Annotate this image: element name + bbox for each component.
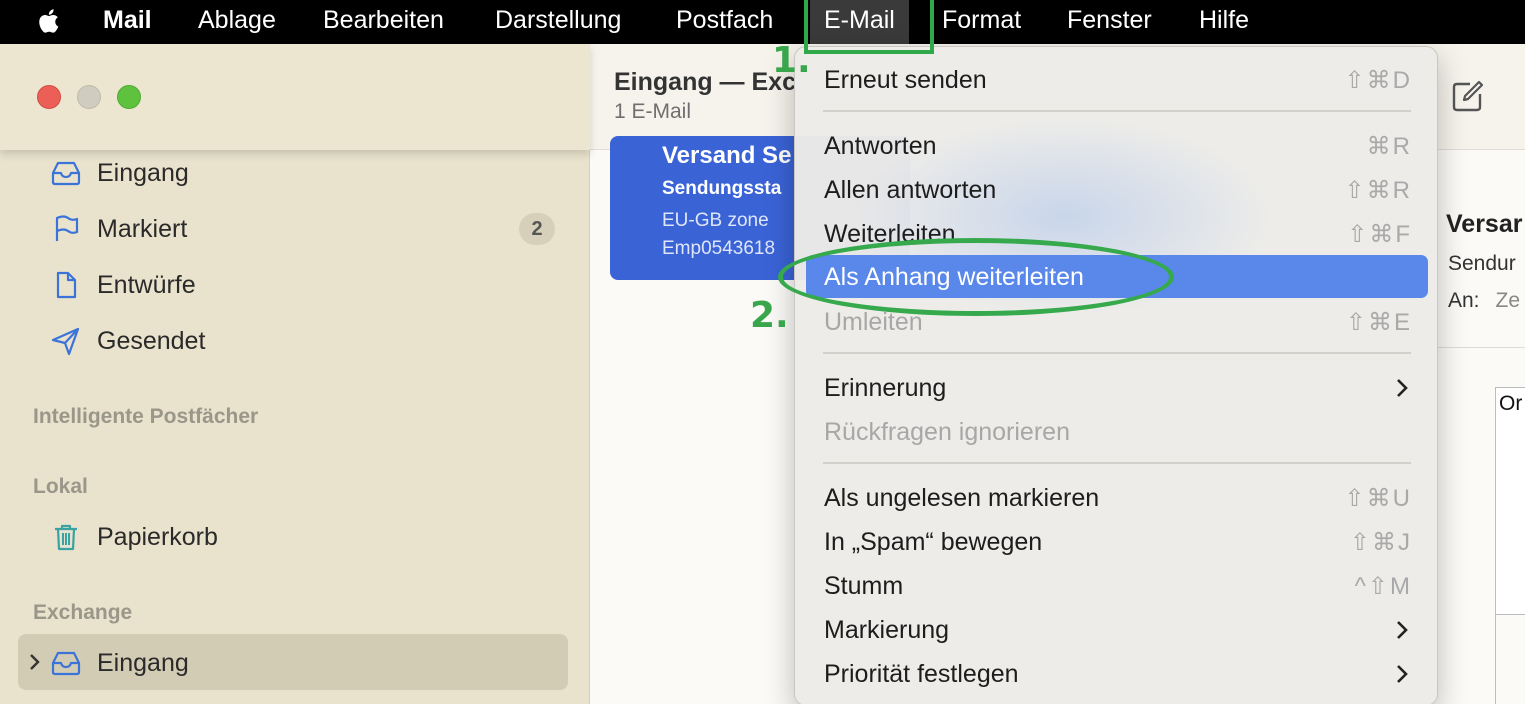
menu-item-umleiten: Umleiten ⇧⌘E (806, 302, 1428, 342)
sidebar-item-label: Eingang (97, 649, 189, 677)
menu-item-label: Allen antworten (824, 176, 997, 204)
inbox-icon (51, 651, 81, 676)
menu-item-in-spam-bewegen[interactable]: In „Spam“ bewegen ⇧⌘J (806, 522, 1428, 562)
sidebar-item-label: Gesendet (97, 327, 206, 355)
sidebar-item-entwuerfe[interactable]: Entwürfe (0, 259, 590, 311)
menu-item-label: Antworten (824, 132, 937, 160)
menu-item-label: Als ungelesen markieren (824, 484, 1100, 512)
menu-bearbeiten[interactable]: Bearbeiten (323, 0, 444, 44)
sidebar-item-eingang[interactable]: Eingang (0, 147, 590, 199)
sidebar-item-markiert[interactable]: Markiert 2 (0, 203, 590, 255)
reader-divider (1438, 347, 1525, 348)
menu-postfach[interactable]: Postfach (676, 0, 773, 44)
unread-count-badge: 2 (519, 213, 555, 245)
sidebar-item-label: Eingang (97, 159, 189, 187)
menu-item-als-ungelesen-markieren[interactable]: Als ungelesen markieren ⇧⌘U (806, 478, 1428, 518)
minimize-window-button[interactable] (77, 85, 101, 109)
menu-item-label: Rückfragen ignorieren (824, 418, 1070, 446)
menu-item-label: Weiterleiten (824, 220, 956, 248)
section-intelligente-postfaecher[interactable]: Intelligente Postfächer (33, 405, 258, 429)
menu-item-weiterleiten[interactable]: Weiterleiten ⇧⌘F (806, 214, 1428, 254)
reader-body-text: Or (1499, 392, 1523, 415)
menu-item-label: Erinnerung (824, 374, 947, 402)
email-menu-dropdown: Erneut senden ⇧⌘D Antworten ⌘R Allen ant… (794, 46, 1438, 704)
menu-item-antworten[interactable]: Antworten ⌘R (806, 126, 1428, 166)
sidebar-item-label: Markiert (97, 215, 188, 243)
reader-recipient: An: Ze (1448, 289, 1520, 313)
section-exchange[interactable]: Exchange (33, 601, 132, 625)
close-window-button[interactable] (37, 85, 61, 109)
menu-item-erinnerung[interactable]: Erinnerung (806, 368, 1428, 408)
menu-item-label: Umleiten (824, 308, 923, 336)
menu-item-rueckfragen-ignorieren: Rückfragen ignorieren (806, 412, 1428, 452)
menu-ablage[interactable]: Ablage (198, 0, 276, 44)
apple-logo-icon[interactable] (36, 6, 64, 36)
menu-separator (823, 110, 1411, 112)
flag-icon (55, 215, 79, 241)
submenu-chevron-icon (1397, 379, 1408, 397)
sidebar-item-gesendet[interactable]: Gesendet (0, 315, 590, 367)
sidebar-item-exchange-eingang[interactable]: Eingang (0, 637, 590, 689)
menu-item-label: Markierung (824, 616, 950, 644)
section-lokal[interactable]: Lokal (33, 475, 88, 499)
menu-item-allen-antworten[interactable]: Allen antworten ⇧⌘R (806, 170, 1428, 210)
menu-item-shortcut: ⇧⌘D (1344, 67, 1412, 94)
message-subject: Sendungssta (662, 178, 782, 199)
menu-bar: Mail Ablage Bearbeiten Darstellung Postf… (0, 0, 1525, 44)
sidebar-item-label: Entwürfe (97, 271, 196, 299)
reader-subject: Versar (1446, 210, 1523, 238)
message-sender: Versand Se (662, 142, 792, 169)
submenu-chevron-icon (1397, 665, 1408, 683)
menu-item-label: Priorität festlegen (824, 660, 1019, 688)
menu-item-erneut-senden[interactable]: Erneut senden ⇧⌘D (806, 60, 1428, 100)
menu-fenster[interactable]: Fenster (1067, 0, 1152, 44)
message-preview-line: EU-GB zone (662, 210, 769, 231)
menu-item-shortcut: ⌘R (1366, 133, 1412, 160)
menu-item-prioritaet-festlegen[interactable]: Priorität festlegen (806, 654, 1428, 694)
menu-item-shortcut: ⇧⌘E (1345, 309, 1412, 336)
menu-hilfe[interactable]: Hilfe (1199, 0, 1249, 44)
menu-item-stumm[interactable]: Stumm ^⇧M (806, 566, 1428, 606)
submenu-chevron-icon (1397, 621, 1408, 639)
zoom-window-button[interactable] (117, 85, 141, 109)
menu-format[interactable]: Format (942, 0, 1021, 44)
sidebar-item-papierkorb[interactable]: Papierkorb (0, 511, 590, 563)
menu-app-mail[interactable]: Mail (103, 0, 152, 44)
menu-item-shortcut: ^⇧M (1354, 573, 1412, 600)
paperplane-icon (51, 327, 80, 355)
menu-darstellung[interactable]: Darstellung (495, 0, 621, 44)
sidebar-item-label: Papierkorb (97, 523, 218, 551)
trash-icon (55, 524, 77, 551)
document-icon (56, 271, 77, 299)
reader-body-border (1495, 615, 1496, 704)
menu-item-shortcut: ⇧⌘F (1347, 221, 1412, 248)
menu-email[interactable]: E-Mail (810, 0, 909, 44)
recipient-label: An: (1448, 289, 1480, 312)
reader-body-frame (1495, 387, 1525, 615)
menu-item-shortcut: ⇧⌘U (1344, 485, 1412, 512)
recipient-value: Ze (1495, 289, 1521, 312)
compose-icon[interactable] (1450, 78, 1486, 114)
menu-item-shortcut: ⇧⌘J (1349, 529, 1412, 556)
menu-item-label: In „Spam“ bewegen (824, 528, 1043, 556)
step1-number: 1. (772, 40, 811, 81)
reader-sender: Sendur (1448, 252, 1516, 275)
menu-item-markierung[interactable]: Markierung (806, 610, 1428, 650)
inbox-icon (51, 161, 81, 186)
message-preview-line: Emp0543618 (662, 238, 776, 259)
menu-separator (823, 352, 1411, 354)
menu-separator (823, 462, 1411, 464)
mailbox-title: Eingang — Exc (614, 68, 796, 96)
menu-item-label: Stumm (824, 572, 904, 600)
menu-item-shortcut: ⇧⌘R (1344, 177, 1412, 204)
menu-item-als-anhang-weiterleiten[interactable]: Als Anhang weiterleiten (806, 255, 1428, 298)
step2-number: 2. (750, 295, 789, 336)
menu-item-label: Als Anhang weiterleiten (824, 263, 1084, 291)
mailbox-count: 1 E-Mail (614, 100, 692, 123)
menu-item-label: Erneut senden (824, 66, 987, 94)
